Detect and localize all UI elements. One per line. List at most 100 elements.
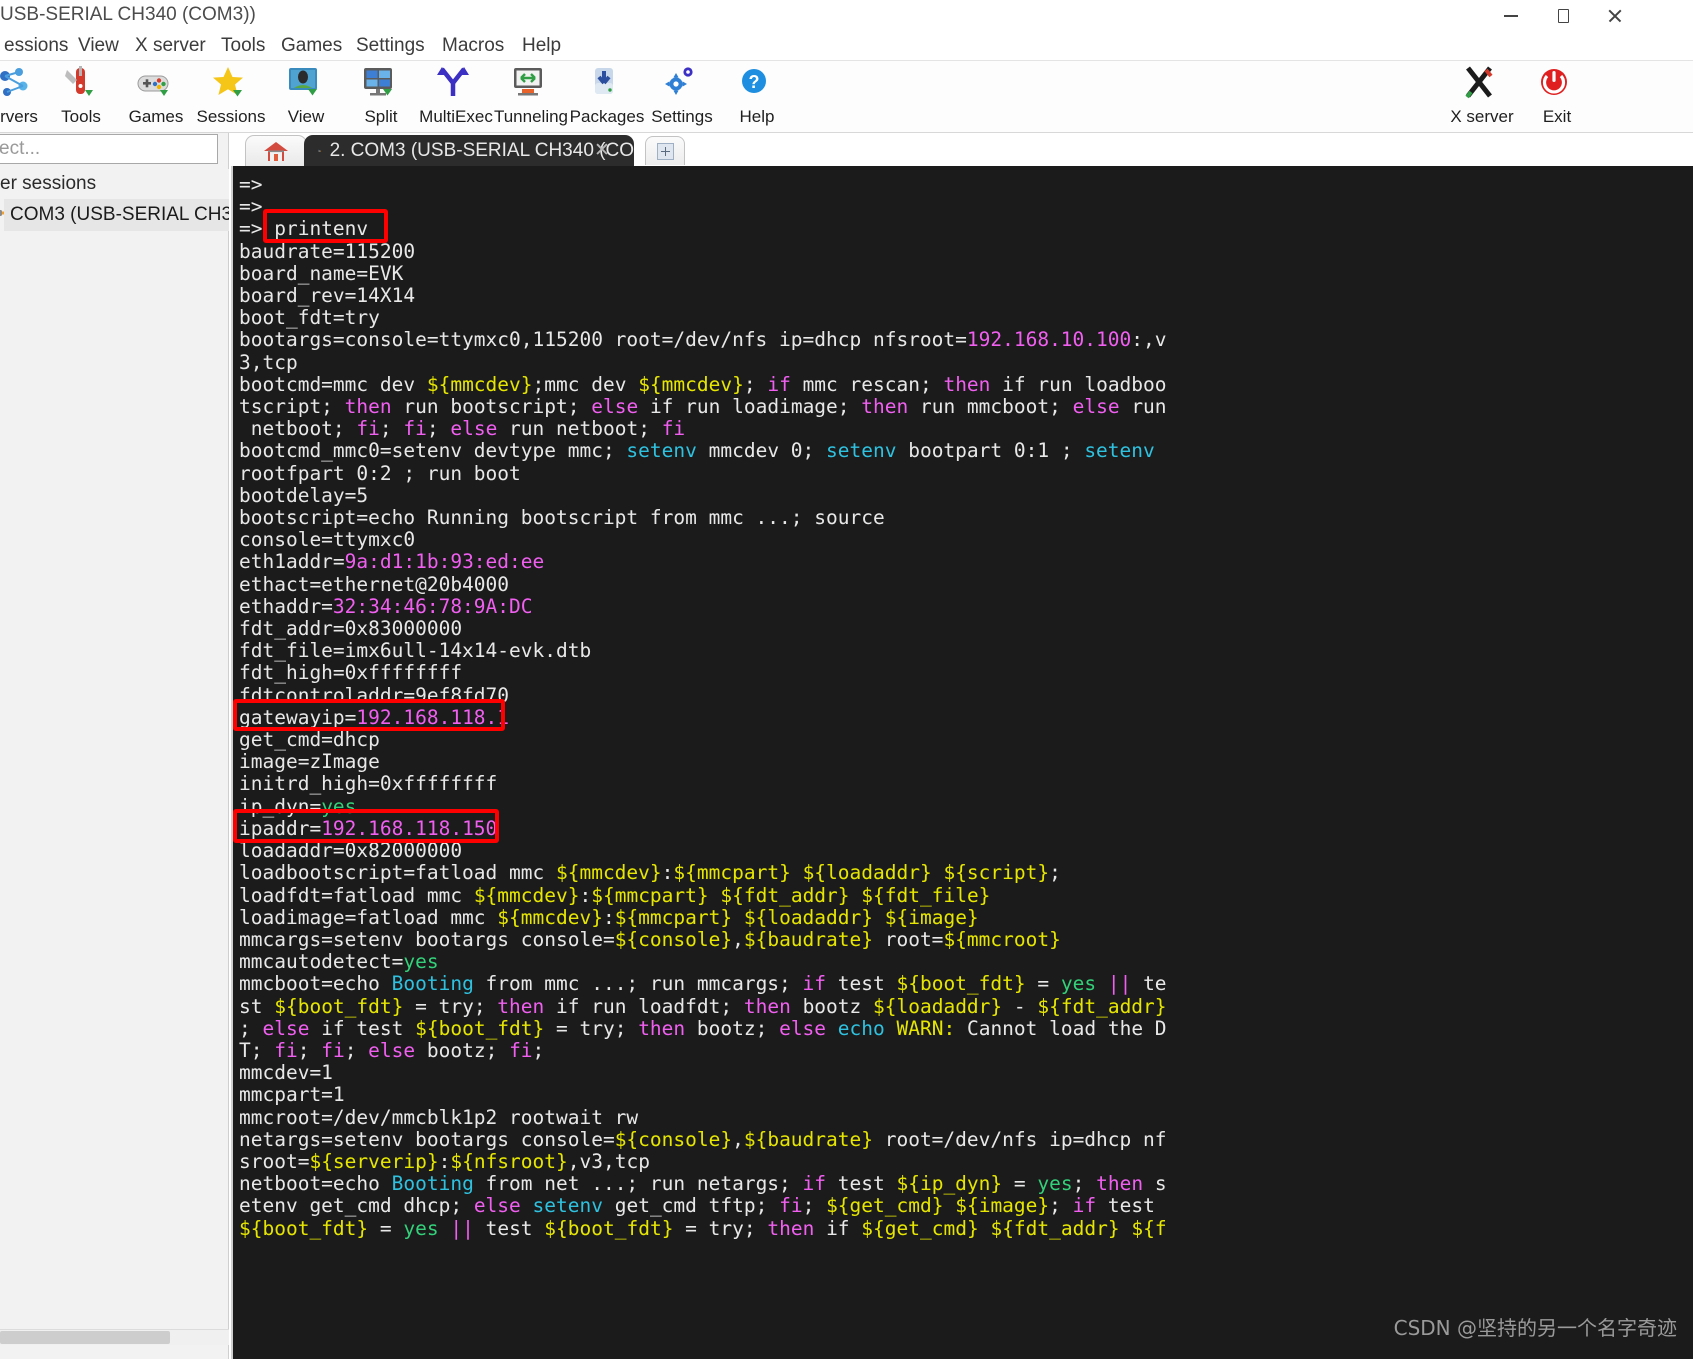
terminal-span: ; (532, 1038, 545, 1062)
window-maximize-button[interactable] (1537, 0, 1589, 32)
terminal-span: ${boot_fdt} (896, 972, 1026, 996)
terminal-span: ${mmcdev} (426, 372, 533, 396)
terminal-span: then (743, 994, 791, 1018)
terminal-span: get_cmd tftp; (602, 1194, 780, 1218)
window-minimize-button[interactable] (1485, 0, 1537, 32)
terminal-line: ipaddr=192.168.118.150 (239, 816, 1693, 840)
toolbar-button-label: X server (1450, 107, 1514, 126)
tab-close-icon[interactable]: ✕ (592, 140, 612, 161)
terminal-line: bootargs=console=ttymxc0,115200 root=/de… (239, 329, 1693, 351)
terminal-span: test (826, 972, 897, 996)
sidebar: ect... er sessions COM3 (USB-SERIAL CH34… (0, 133, 229, 1359)
menu-item-view[interactable]: View (74, 32, 123, 60)
terminal-span: ${loadaddr} (743, 905, 873, 929)
terminal-span: run bootscript; (391, 395, 592, 419)
terminal-span (826, 1017, 838, 1040)
terminal-span: fi (403, 417, 427, 441)
toolbar-button-sessions[interactable]: Sessions (188, 64, 274, 132)
toolbar-button-exit[interactable]: Exit (1514, 64, 1600, 132)
toolbar-button-view[interactable]: View (263, 64, 349, 132)
menu-item-essions[interactable]: essions (0, 32, 72, 60)
terminal-span: ; (379, 417, 404, 441)
games-icon (137, 75, 169, 96)
menu-item-help[interactable]: Help (518, 32, 565, 60)
terminal-line: => (239, 173, 1693, 196)
games-icon (134, 64, 178, 106)
terminal-span: test (1096, 1194, 1155, 1218)
menu-item-settings[interactable]: Settings (352, 32, 429, 60)
new-tab-button[interactable] (645, 136, 685, 165)
terminal-span: ; (743, 372, 768, 396)
tab-com3-session[interactable]: 2. COM3 (USB-SERIAL CH340 (CO ✕ (304, 135, 634, 166)
toolbar-button-x-server[interactable]: X server (1439, 64, 1525, 132)
terminal-span: ${get_cmd} (826, 1194, 944, 1218)
menu-item-x-server[interactable]: X server (131, 32, 210, 60)
terminal-line: eth1addr=9a:d1:1b:93:ed:ee (239, 551, 1693, 573)
window-close-button[interactable] (1589, 0, 1641, 32)
terminal-line: netboot=echo Booting from net ...; run n… (239, 1173, 1693, 1195)
toolbar-button-packages[interactable]: Packages (564, 64, 650, 132)
terminal-span (932, 861, 944, 884)
terminal-span: test (826, 1172, 897, 1196)
terminal-span: if (814, 1216, 862, 1240)
terminal-span (791, 861, 803, 884)
terminal-pane[interactable]: => => => printenv baudrate=115200 board_na… (231, 166, 1693, 1359)
toolbar-button-split[interactable]: Split (338, 64, 424, 132)
toolbar-button-settings[interactable]: Settings (639, 64, 725, 132)
terminal-span: ; (802, 1194, 827, 1218)
menu-item-macros[interactable]: Macros (438, 32, 508, 60)
terminal-span: ethaddr= (239, 594, 333, 618)
window-title: USB-SERIAL CH340 (COM3)) (0, 4, 256, 25)
terminal-span: netargs=setenv bootargs console= (239, 1127, 615, 1151)
terminal-span: then (861, 395, 909, 419)
sidebar-scroll-thumb[interactable] (0, 1331, 170, 1344)
session-search-input[interactable]: ect... (0, 134, 218, 164)
split-icon (364, 68, 392, 96)
terminal-span: loadimage=fatload mmc (239, 905, 498, 929)
terminal-span: loadfdt=fatload mmc (239, 883, 474, 907)
toolbar-button-help[interactable]: ? Help (714, 64, 800, 132)
terminal-span: ${loadaddr} (802, 861, 932, 885)
plus-icon (656, 142, 674, 160)
terminal-span: fi (779, 1194, 803, 1218)
toolbar-button-label: View (287, 107, 325, 126)
watermark: CSDN @坚持的另一个名字奇迹 (1393, 1316, 1677, 1340)
terminal-line: mmcboot=echo Booting from mmc ...; run m… (239, 973, 1693, 995)
tab-home[interactable] (245, 135, 307, 166)
toolbar-button-label: MultiExec (419, 107, 493, 126)
svg-text:?: ? (749, 72, 760, 92)
terminal-span: then (1096, 1172, 1144, 1196)
terminal-line: board_name=EVK (239, 262, 1693, 285)
terminal-span: else (1072, 395, 1120, 419)
terminal-span: then (497, 994, 545, 1018)
terminal-span: yes (1037, 1172, 1073, 1196)
terminal-span: ipaddr= (239, 816, 322, 840)
terminal-span: s (1143, 1172, 1167, 1196)
servers-icon (0, 64, 41, 106)
toolbar-button-multiexec[interactable]: MultiExec (413, 64, 499, 132)
terminal-span: setenv (626, 439, 697, 463)
terminal-span: bootz (790, 994, 874, 1018)
terminal-span: ; (344, 1038, 369, 1062)
terminal-text-area[interactable]: => => => printenv baudrate=115200 board_na… (239, 173, 1693, 1359)
help-icon: ? (735, 64, 779, 106)
toolbar-button-label: Games (128, 107, 184, 126)
terminal-line: mmcroot=/dev/mmcblk1p2 rootwait rw (239, 1106, 1693, 1129)
terminal-line: loadbootscript=fatload mmc ${mmcdev}:${m… (239, 862, 1693, 884)
toolbar-button-tunneling[interactable]: Tunneling (488, 64, 574, 132)
toolbar-button-label: Packages (569, 107, 645, 126)
terminal-span: ${f (1131, 1216, 1167, 1240)
sidebar-item-com3-session[interactable]: COM3 (USB-SERIAL CH340 (CO (4, 199, 229, 231)
toolbar-button-tools[interactable]: Tools (38, 64, 124, 132)
sessions-icon (209, 64, 253, 106)
toolbar-button-label: Exit (1542, 107, 1572, 126)
terminal-span: tscript; (239, 395, 345, 419)
toolbar-button-games[interactable]: Games (113, 64, 199, 132)
menu-item-tools[interactable]: Tools (217, 32, 269, 60)
terminal-span: then (767, 1216, 815, 1240)
tools-icon (65, 66, 93, 96)
menu-item-games[interactable]: Games (277, 32, 346, 60)
terminal-line: board_rev=14X14 (239, 284, 1693, 307)
terminal-span: then (638, 1016, 686, 1040)
terminal-span: : (579, 883, 592, 907)
